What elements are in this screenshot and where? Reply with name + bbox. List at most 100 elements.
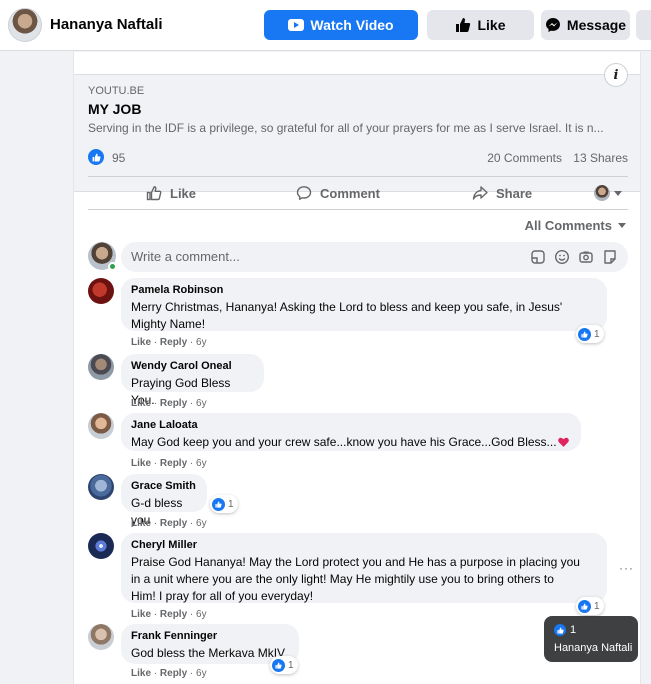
comment-text-line: God bless the Merkava MkIV bbox=[131, 646, 286, 660]
comment-reply-link[interactable]: Reply bbox=[160, 458, 187, 469]
comment-author[interactable]: Frank Fenninger bbox=[131, 630, 289, 642]
caret-down-icon bbox=[618, 223, 626, 228]
comment-reply-link[interactable]: Reply bbox=[160, 398, 187, 409]
like-reaction-icon bbox=[554, 624, 566, 636]
comment-bubble: Jane Laloata May God keep you and your c… bbox=[121, 413, 581, 451]
like-count[interactable]: 95 bbox=[112, 151, 125, 165]
messenger-icon bbox=[545, 18, 560, 32]
comment-like-link[interactable]: Like bbox=[131, 458, 151, 469]
page-name[interactable]: Hananya Naftali bbox=[50, 16, 163, 33]
comment-text-line: Him! I pray for all of you everyday! bbox=[131, 589, 314, 603]
comment-meta: Like · Reply · 6y bbox=[131, 458, 207, 469]
comment-filter-label: All Comments bbox=[524, 218, 612, 233]
comment-item: Jane Laloata May God keep you and your c… bbox=[88, 413, 628, 469]
comment-timestamp[interactable]: 6y bbox=[196, 518, 207, 529]
info-icon[interactable]: i bbox=[604, 63, 628, 87]
like-reaction-icon bbox=[578, 327, 591, 341]
emoji-icon[interactable] bbox=[554, 249, 570, 265]
comment-like-link[interactable]: Like bbox=[131, 337, 151, 348]
comment-reaction-count[interactable]: 1 bbox=[270, 656, 298, 674]
comment-reply-link[interactable]: Reply bbox=[160, 668, 187, 679]
avatar[interactable] bbox=[88, 533, 114, 559]
thumbs-up-icon bbox=[456, 18, 471, 32]
comment-input[interactable]: Write a comment... bbox=[121, 242, 628, 272]
like-label: Like bbox=[170, 185, 197, 201]
link-description: Serving in the IDF is a privilege, so gr… bbox=[88, 121, 604, 135]
link-domain: YOUTU.BE bbox=[88, 85, 145, 97]
comment-timestamp[interactable]: 6y bbox=[196, 398, 207, 409]
comment-reply-link[interactable]: Reply bbox=[160, 518, 187, 529]
like-button[interactable]: Like bbox=[146, 177, 196, 209]
comment-author[interactable]: Pamela Robinson bbox=[131, 284, 597, 296]
like-reaction-icon[interactable] bbox=[88, 149, 104, 165]
comments-count[interactable]: 20 Comments bbox=[487, 151, 562, 165]
post-card: i YOUTU.BE MY JOB Serving in the IDF is … bbox=[73, 52, 641, 684]
comment-reaction-count[interactable]: 1 bbox=[576, 597, 604, 615]
more-icon[interactable]: ··· bbox=[619, 561, 634, 575]
comment-filter[interactable]: All Comments bbox=[525, 218, 626, 233]
gif-icon[interactable] bbox=[602, 249, 618, 265]
reaction-count: 1 bbox=[288, 659, 294, 671]
comment-meta: Like · Reply · 6y bbox=[131, 609, 207, 620]
comment-reaction-count[interactable]: 1 bbox=[210, 495, 238, 513]
avatar[interactable] bbox=[88, 624, 114, 650]
comment-author[interactable]: Cheryl Miller bbox=[131, 539, 597, 551]
comment-timestamp[interactable]: 6y bbox=[196, 609, 207, 620]
comment-meta: Like · Reply · 6y bbox=[131, 337, 207, 348]
comment-like-link[interactable]: Like bbox=[131, 668, 151, 679]
more-actions-button[interactable] bbox=[636, 10, 651, 40]
comment-reply-link[interactable]: Reply bbox=[160, 337, 187, 348]
message-button[interactable]: Message bbox=[541, 10, 630, 40]
tooltip-count: 1 bbox=[570, 624, 577, 636]
comment-timestamp[interactable]: 6y bbox=[196, 337, 207, 348]
avatar[interactable] bbox=[88, 354, 114, 380]
comment-like-link[interactable]: Like bbox=[131, 609, 151, 620]
comment-timestamp[interactable]: 6y bbox=[196, 668, 207, 679]
share-button[interactable]: Share bbox=[472, 177, 532, 209]
comment-like-link[interactable]: Like bbox=[131, 398, 151, 409]
like-reaction-icon bbox=[212, 497, 225, 511]
comment-author[interactable]: Jane Laloata bbox=[131, 419, 571, 431]
reaction-count: 1 bbox=[594, 328, 600, 340]
shares-count[interactable]: 13 Shares bbox=[573, 151, 628, 165]
avatar[interactable] bbox=[88, 474, 114, 500]
watch-video-button[interactable]: Watch Video bbox=[264, 10, 418, 40]
comment-input-placeholder: Write a comment... bbox=[131, 249, 240, 264]
watch-video-label: Watch Video bbox=[310, 17, 394, 33]
comment-item: Wendy Carol Oneal Praying God Bless You.… bbox=[88, 354, 628, 409]
avatar[interactable] bbox=[88, 413, 114, 439]
caret-down-icon bbox=[614, 190, 622, 196]
comment-text-line: Praise God Hananya! May the Lord protect… bbox=[131, 555, 580, 569]
comment-text: May God keep you and your crew safe...kn… bbox=[131, 435, 557, 449]
comment-text-line: Mighty Name! bbox=[131, 317, 206, 331]
comment-text-line: in a unit where you are the only light! … bbox=[131, 572, 554, 586]
comment-meta: Like · Reply · 6y bbox=[131, 518, 207, 529]
link-title[interactable]: MY JOB bbox=[88, 101, 141, 117]
comment-reaction-count[interactable]: 1 bbox=[576, 325, 604, 343]
comment-text-line: May God keep you and your crew safe...kn… bbox=[131, 434, 571, 451]
avatar[interactable] bbox=[88, 278, 114, 304]
comment-label: Comment bbox=[320, 185, 380, 201]
comment-timestamp[interactable]: 6y bbox=[196, 458, 207, 469]
comment-author[interactable]: Grace Smith bbox=[131, 480, 197, 492]
comment-bubble: Cheryl Miller Praise God Hananya! May th… bbox=[121, 533, 607, 603]
heart-icon bbox=[557, 437, 569, 447]
page-like-button[interactable]: Like bbox=[427, 10, 534, 40]
comment-bubble: Pamela Robinson Merry Christmas, Hananya… bbox=[121, 278, 607, 331]
sticker-icon[interactable] bbox=[530, 249, 546, 265]
reaction-audience-selector[interactable] bbox=[594, 177, 622, 209]
like-reaction-icon bbox=[272, 658, 285, 672]
comment-bubble: Grace Smith G-d bless you bbox=[121, 474, 207, 527]
comment-like-link[interactable]: Like bbox=[131, 518, 151, 529]
post-actions: Like Comment Share bbox=[88, 176, 628, 210]
tooltip-name: Hananya Naftali bbox=[554, 642, 633, 654]
message-label: Message bbox=[566, 17, 627, 33]
page-avatar[interactable] bbox=[8, 8, 42, 42]
camera-icon[interactable] bbox=[578, 249, 594, 265]
comment-reply-link[interactable]: Reply bbox=[160, 609, 187, 620]
comment-item: Pamela Robinson Merry Christmas, Hananya… bbox=[88, 278, 628, 348]
comment-author[interactable]: Wendy Carol Oneal bbox=[131, 360, 254, 372]
comment-button[interactable]: Comment bbox=[296, 177, 380, 209]
link-preview[interactable]: i YOUTU.BE MY JOB Serving in the IDF is … bbox=[74, 63, 640, 192]
video-icon bbox=[288, 19, 305, 31]
